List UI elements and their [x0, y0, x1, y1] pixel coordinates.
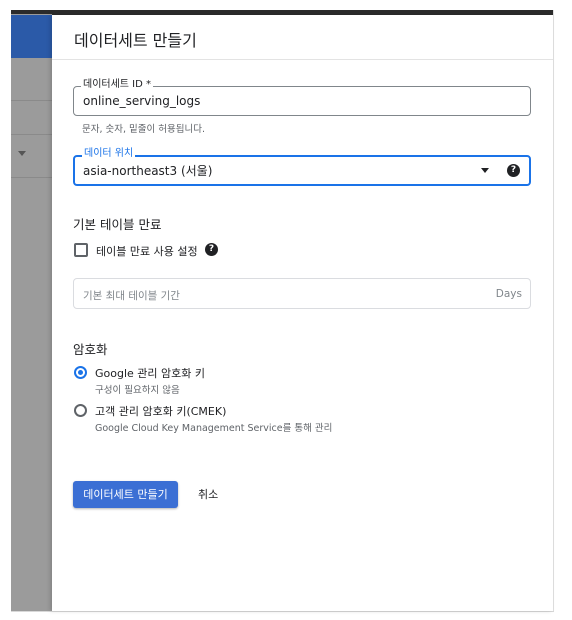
google-managed-key-description: 구성이 필요하지 않음: [95, 385, 180, 396]
days-suffix: Days: [495, 288, 522, 300]
chevron-down-icon[interactable]: [481, 168, 489, 173]
drawer-right-edge: [553, 10, 554, 612]
dataset-id-value[interactable]: online_serving_logs: [83, 94, 200, 108]
table-expiration-checkbox[interactable]: [74, 243, 88, 257]
create-dataset-button[interactable]: 데이터세트 만들기: [73, 481, 178, 508]
background-divider: [11, 100, 52, 101]
background-caret-icon: [18, 151, 26, 156]
customer-managed-key-label[interactable]: 고객 관리 암호화 키(CMEK): [95, 403, 226, 419]
background-panel: [11, 14, 52, 612]
data-location-select[interactable]: 데이터 위치 asia-northeast3 (서울) ?: [73, 148, 531, 186]
google-managed-key-label[interactable]: Google 관리 암호화 키: [95, 365, 205, 381]
max-table-age-input[interactable]: 기본 최대 테이블 기간 Days: [73, 278, 531, 309]
dataset-id-label: 데이터세트 ID *: [81, 79, 154, 91]
background-divider: [11, 177, 52, 178]
background-divider: [11, 134, 52, 135]
dataset-id-field[interactable]: 데이터세트 ID * online_serving_logs: [73, 79, 531, 116]
screen: 데이터세트 만들기 데이터세트 ID * online_serving_logs…: [0, 0, 572, 620]
customer-managed-key-radio[interactable]: [74, 404, 87, 417]
max-table-age-placeholder: 기본 최대 테이블 기간: [83, 290, 180, 302]
create-dataset-drawer: 데이터세트 만들기 데이터세트 ID * online_serving_logs…: [52, 15, 553, 611]
drawer-title: 데이터세트 만들기: [74, 31, 197, 50]
data-location-label: 데이터 위치: [82, 148, 136, 160]
data-location-value[interactable]: asia-northeast3 (서울): [83, 162, 212, 179]
background-selected-item: [11, 15, 52, 58]
drawer-bottom-edge: [11, 611, 554, 612]
help-icon[interactable]: ?: [507, 164, 520, 177]
table-expiration-title: 기본 테이블 만료: [73, 217, 162, 232]
dataset-id-hint: 문자, 숫자, 밑줄이 허용됩니다.: [82, 124, 205, 135]
help-icon[interactable]: ?: [205, 243, 218, 256]
drawer-header: 데이터세트 만들기: [52, 15, 553, 60]
google-managed-key-radio[interactable]: [74, 366, 87, 379]
cancel-button[interactable]: 취소: [198, 481, 218, 508]
table-expiration-checkbox-label[interactable]: 테이블 만료 사용 설정: [96, 243, 198, 259]
customer-managed-key-description: Google Cloud Key Management Service를 통해 …: [95, 423, 333, 434]
encryption-title: 암호화: [73, 342, 108, 357]
